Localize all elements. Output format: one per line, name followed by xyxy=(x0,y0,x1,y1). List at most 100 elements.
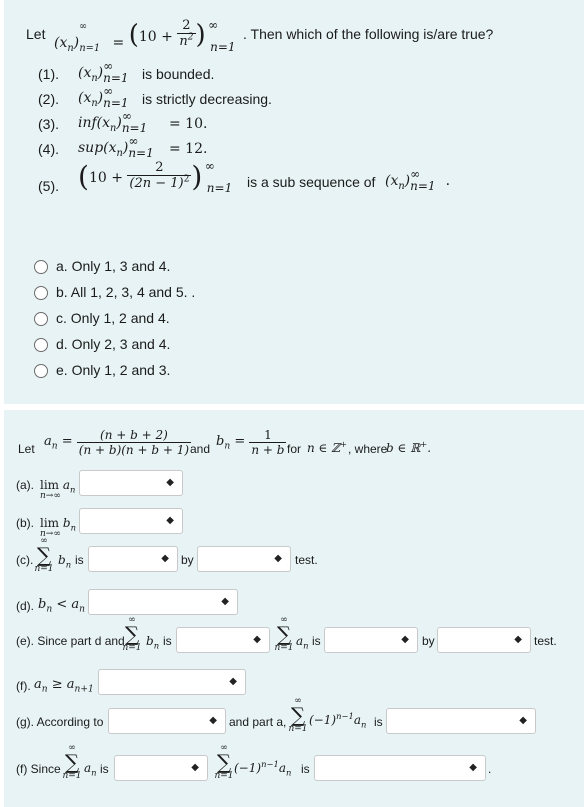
part-d-select[interactable]: ◆ xyxy=(88,589,238,615)
part-b-label: (b). xyxy=(16,516,34,530)
part-a-limit-math: lim an n→∞ xyxy=(40,478,76,501)
chevron-down-icon: ◆ xyxy=(469,762,477,773)
option-c-radio[interactable] xyxy=(34,312,48,326)
part-g-select-2[interactable]: ◆ xyxy=(386,708,536,734)
part-c-test: test. xyxy=(295,553,318,567)
part-e-is-2: is xyxy=(312,634,321,648)
option-a-radio[interactable] xyxy=(34,260,48,274)
question-1-panel: Let (xn)∞n=1 = (10 + 2 n2) ∞n=1 . Then wh… xyxy=(4,0,584,404)
chevron-down-icon: ◆ xyxy=(253,634,261,645)
chevron-down-icon: ◆ xyxy=(166,477,174,488)
part-a-select[interactable]: ◆ xyxy=(79,470,183,496)
q2-for-text: for xyxy=(287,442,302,456)
part-h-sum-an-math: ∞ ∑ n=1 xyxy=(62,743,82,781)
part-g-sum-math: ∞ ∑ n=1 xyxy=(288,696,308,734)
q2-and: and xyxy=(190,442,211,456)
statement-5-math: (10 + 2 (2n − 1)2) ∞n=1 xyxy=(78,159,233,195)
part-e-sum-bn-math: ∞ ∑ n=1 xyxy=(122,615,142,653)
part-h-is-2: is xyxy=(301,762,310,776)
part-h-an-term: an xyxy=(84,761,97,778)
q2-where: , where xyxy=(348,442,388,456)
question-2-panel: Let an = (n + b + 2) (n + b)(n + b + 1) a… xyxy=(4,410,584,807)
part-g-select-1[interactable]: ◆ xyxy=(108,708,226,734)
part-a-label: (a). xyxy=(16,478,34,492)
part-e-an-term: an xyxy=(296,634,309,651)
statement-4-math: sup(xn)∞n=1 xyxy=(78,134,154,160)
part-h-select-2[interactable]: ◆ xyxy=(314,755,486,781)
part-c-select-1[interactable]: ◆ xyxy=(88,546,178,572)
part-d-label: (d). xyxy=(16,599,34,613)
statement-5-math-tail: (xn)∞n=1. xyxy=(385,167,451,193)
chevron-down-icon: ◆ xyxy=(519,715,527,726)
part-f-label: (f). xyxy=(16,679,31,693)
option-b-label[interactable]: b. All 1, 2, 3, 4 and 5. . xyxy=(56,284,195,300)
part-e-sum-an-math: ∞ ∑ n=1 xyxy=(274,615,294,653)
chevron-down-icon: ◆ xyxy=(191,762,199,773)
statement-3-text: = 10. xyxy=(169,116,208,132)
statement-4-text: = 12. xyxy=(169,141,208,157)
option-d-radio[interactable] xyxy=(34,338,48,352)
chevron-down-icon: ◆ xyxy=(229,676,237,687)
option-c-label[interactable]: c. Only 1, 2 and 4. xyxy=(56,310,170,326)
part-h-sum-alt-math: ∞ ∑ n=1 xyxy=(214,743,234,781)
option-b-radio[interactable] xyxy=(34,286,48,300)
part-h-period: . xyxy=(488,762,492,776)
part-e-by: by xyxy=(422,634,435,648)
q2-let: Let xyxy=(18,442,35,456)
statement-2-math: (xn)∞n=1 xyxy=(78,84,129,110)
chevron-down-icon: ◆ xyxy=(166,515,174,526)
part-g-is: is xyxy=(374,715,383,729)
statement-1-number: (1). xyxy=(38,66,59,82)
chevron-down-icon: ◆ xyxy=(161,553,169,564)
q1-sequence-definition: (xn)∞n=1 = (10 + 2 n2) ∞n=1 xyxy=(54,18,236,54)
part-b-select[interactable]: ◆ xyxy=(79,508,183,534)
part-e-select-3[interactable]: ◆ xyxy=(437,627,531,653)
part-e-select-1[interactable]: ◆ xyxy=(176,627,270,653)
part-f-inequality-math: an ≥ an+1 xyxy=(34,677,94,695)
option-d-label[interactable]: d. Only 2, 3 and 4. xyxy=(56,336,170,352)
q1-intro-let: Let xyxy=(26,26,46,42)
b-domain-math: b ∈ ℝ+. xyxy=(386,439,432,455)
statement-1-math: (xn)∞n=1 xyxy=(78,59,129,85)
part-b-limit-math: lim bn n→∞ xyxy=(40,516,76,539)
statement-4-number: (4). xyxy=(38,141,59,157)
part-e-label: (e). Since part d and xyxy=(16,634,125,648)
option-a-label[interactable]: a. Only 1, 3 and 4. xyxy=(56,258,170,274)
statement-1-text: is bounded. xyxy=(142,66,215,82)
part-d-inequality-math: bn < an xyxy=(38,597,85,615)
part-g-and-part-a: and part a, xyxy=(229,715,287,729)
statement-2-number: (2). xyxy=(38,91,59,107)
part-g-alternating-term: (−1)n−1an xyxy=(309,711,367,730)
part-g-label: (g). According to xyxy=(16,715,104,729)
part-c-select-2[interactable]: ◆ xyxy=(197,546,291,572)
statement-3-math: inf(xn)∞n=1 xyxy=(78,109,148,135)
part-h-is: is xyxy=(100,762,109,776)
part-c-term-math: bn xyxy=(58,553,72,570)
part-c-label: (c). xyxy=(16,553,34,567)
q1-intro-then: . Then which of the following is/are tru… xyxy=(243,26,494,42)
part-c-sum-math: ∞ ∑ n=1 xyxy=(34,536,54,574)
part-e-bn-term: bn xyxy=(146,634,160,651)
part-c-is: is xyxy=(75,553,84,567)
part-e-select-2[interactable]: ◆ xyxy=(324,627,418,653)
statement-2-text: is strictly decreasing. xyxy=(142,91,272,107)
part-e-test: test. xyxy=(534,634,557,648)
chevron-down-icon: ◆ xyxy=(401,634,409,645)
chevron-down-icon: ◆ xyxy=(514,634,522,645)
statement-5-number: (5). xyxy=(38,178,59,194)
n-domain-math: n ∈ ℤ+ xyxy=(307,439,348,455)
chevron-down-icon: ◆ xyxy=(221,596,229,607)
part-h-select-1[interactable]: ◆ xyxy=(114,755,208,781)
statement-5-text: is a sub sequence of xyxy=(247,174,376,190)
an-definition: an = (n + b + 2) (n + b)(n + b + 1) xyxy=(44,428,192,457)
part-h-alternating-term: (−1)n−1an xyxy=(234,759,292,778)
option-e-radio[interactable] xyxy=(34,364,48,378)
statement-3-number: (3). xyxy=(38,116,59,132)
part-e-is: is xyxy=(163,634,172,648)
part-f-select[interactable]: ◆ xyxy=(98,669,246,695)
chevron-down-icon: ◆ xyxy=(274,553,282,564)
option-e-label[interactable]: e. Only 1, 2 and 3. xyxy=(56,362,170,378)
part-h-label: (f) Since xyxy=(16,762,61,776)
bn-definition: bn = 1n + b xyxy=(216,428,287,457)
part-c-by: by xyxy=(181,553,194,567)
